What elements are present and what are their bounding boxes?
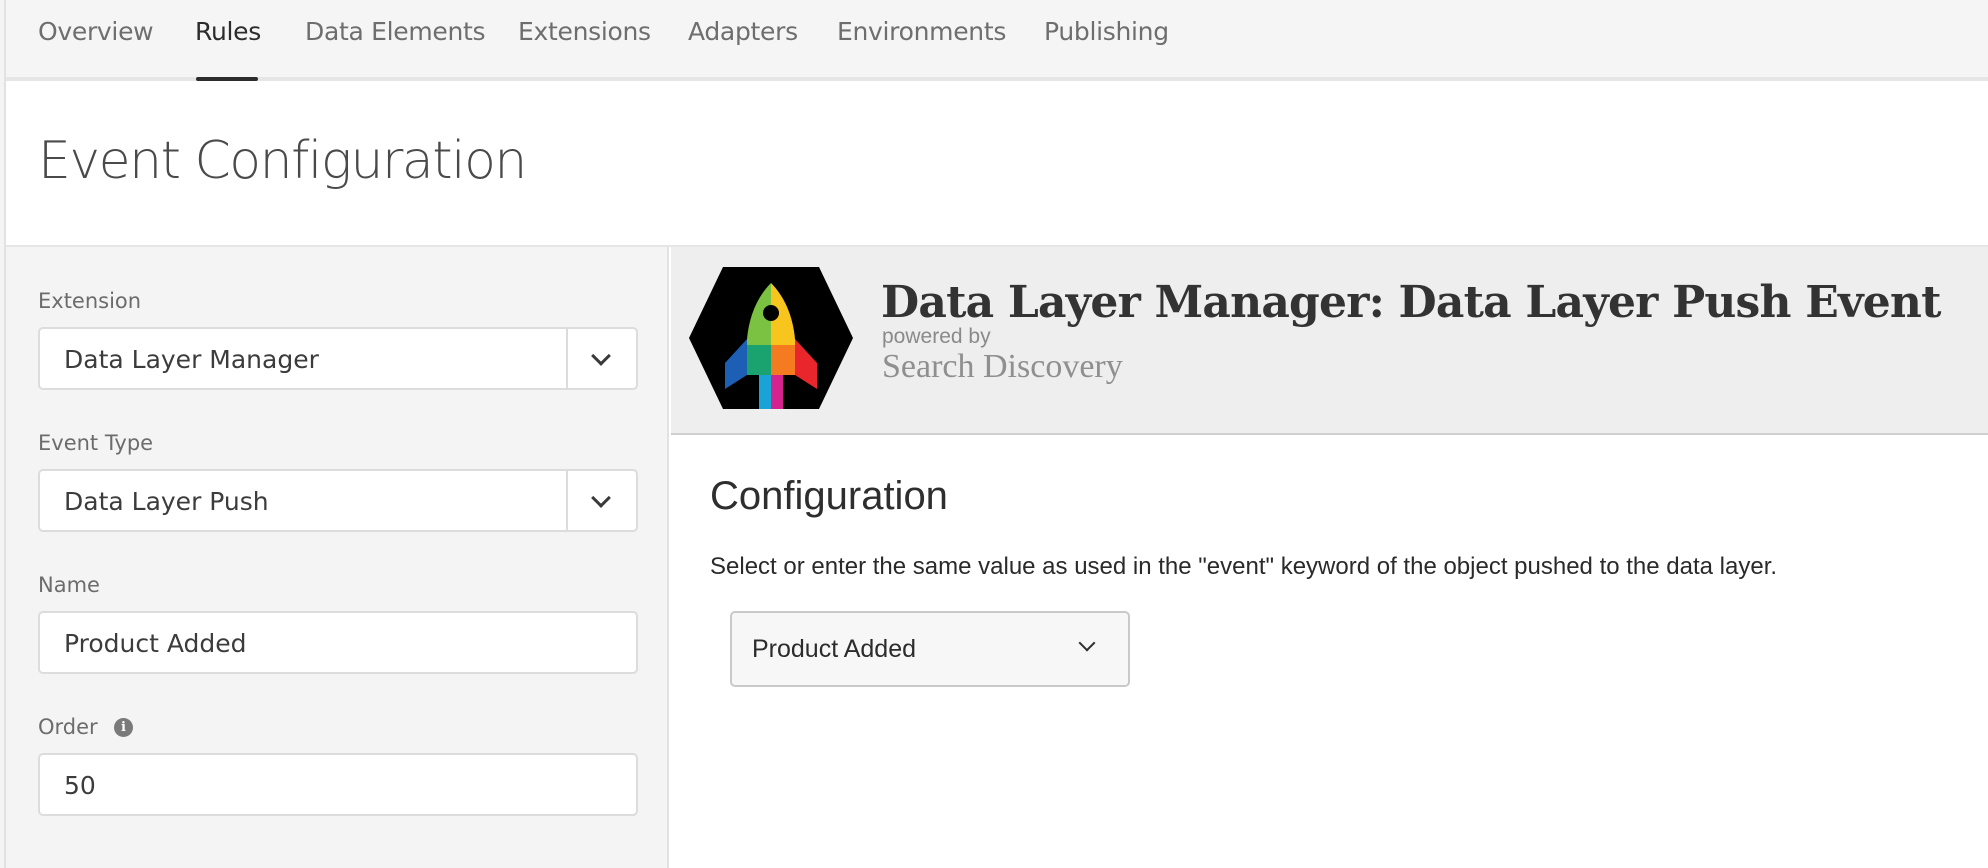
order-field-value: 50: [64, 771, 96, 800]
event-name-select-value: Product Added: [752, 635, 917, 663]
event-type-label: Event Type: [38, 431, 154, 455]
extension-label: Extension: [38, 289, 142, 313]
name-field[interactable]: Product Added: [38, 611, 638, 674]
chevron-down-icon: [1078, 634, 1096, 652]
extension-select[interactable]: Data Layer Manager: [38, 327, 638, 390]
top-nav: Overview Rules Data Elements Extensions …: [6, 0, 1988, 81]
extension-dropdown-button[interactable]: [566, 329, 636, 388]
active-tab-indicator: [196, 77, 258, 81]
powered-by-text: powered by: [882, 325, 991, 348]
tab-overview[interactable]: Overview: [38, 17, 154, 46]
page-title: Event Configuration: [38, 131, 527, 191]
vendor-name: Search Discovery: [882, 348, 1123, 385]
order-label: Order: [38, 715, 98, 739]
configuration-title: Configuration: [710, 474, 948, 518]
extension-title: Data Layer Manager: Data Layer Push Even…: [881, 277, 1941, 328]
left-panel: Extension Data Layer Manager Event Type …: [6, 247, 669, 868]
tab-rules[interactable]: Rules: [195, 17, 261, 46]
event-type-dropdown-button[interactable]: [566, 471, 636, 530]
extension-select-value: Data Layer Manager: [64, 345, 319, 374]
name-label: Name: [38, 573, 100, 597]
tab-publishing[interactable]: Publishing: [1044, 17, 1169, 46]
tab-adapters[interactable]: Adapters: [688, 17, 798, 46]
tab-environments[interactable]: Environments: [837, 17, 1006, 46]
tab-data-elements[interactable]: Data Elements: [305, 17, 486, 46]
event-type-select-value: Data Layer Push: [64, 487, 269, 516]
extension-header: Data Layer Manager: Data Layer Push Even…: [671, 247, 1988, 435]
order-field[interactable]: 50: [38, 753, 638, 816]
info-icon[interactable]: i: [114, 718, 133, 737]
rocket-logo: [689, 267, 853, 409]
event-type-select[interactable]: Data Layer Push: [38, 469, 638, 532]
chevron-down-icon: [591, 346, 611, 366]
configuration-description: Select or enter the same value as used i…: [710, 553, 1778, 580]
event-name-select[interactable]: Product Added: [730, 611, 1130, 687]
name-field-value: Product Added: [64, 629, 247, 658]
tab-extensions[interactable]: Extensions: [518, 17, 651, 46]
chevron-down-icon: [591, 488, 611, 508]
